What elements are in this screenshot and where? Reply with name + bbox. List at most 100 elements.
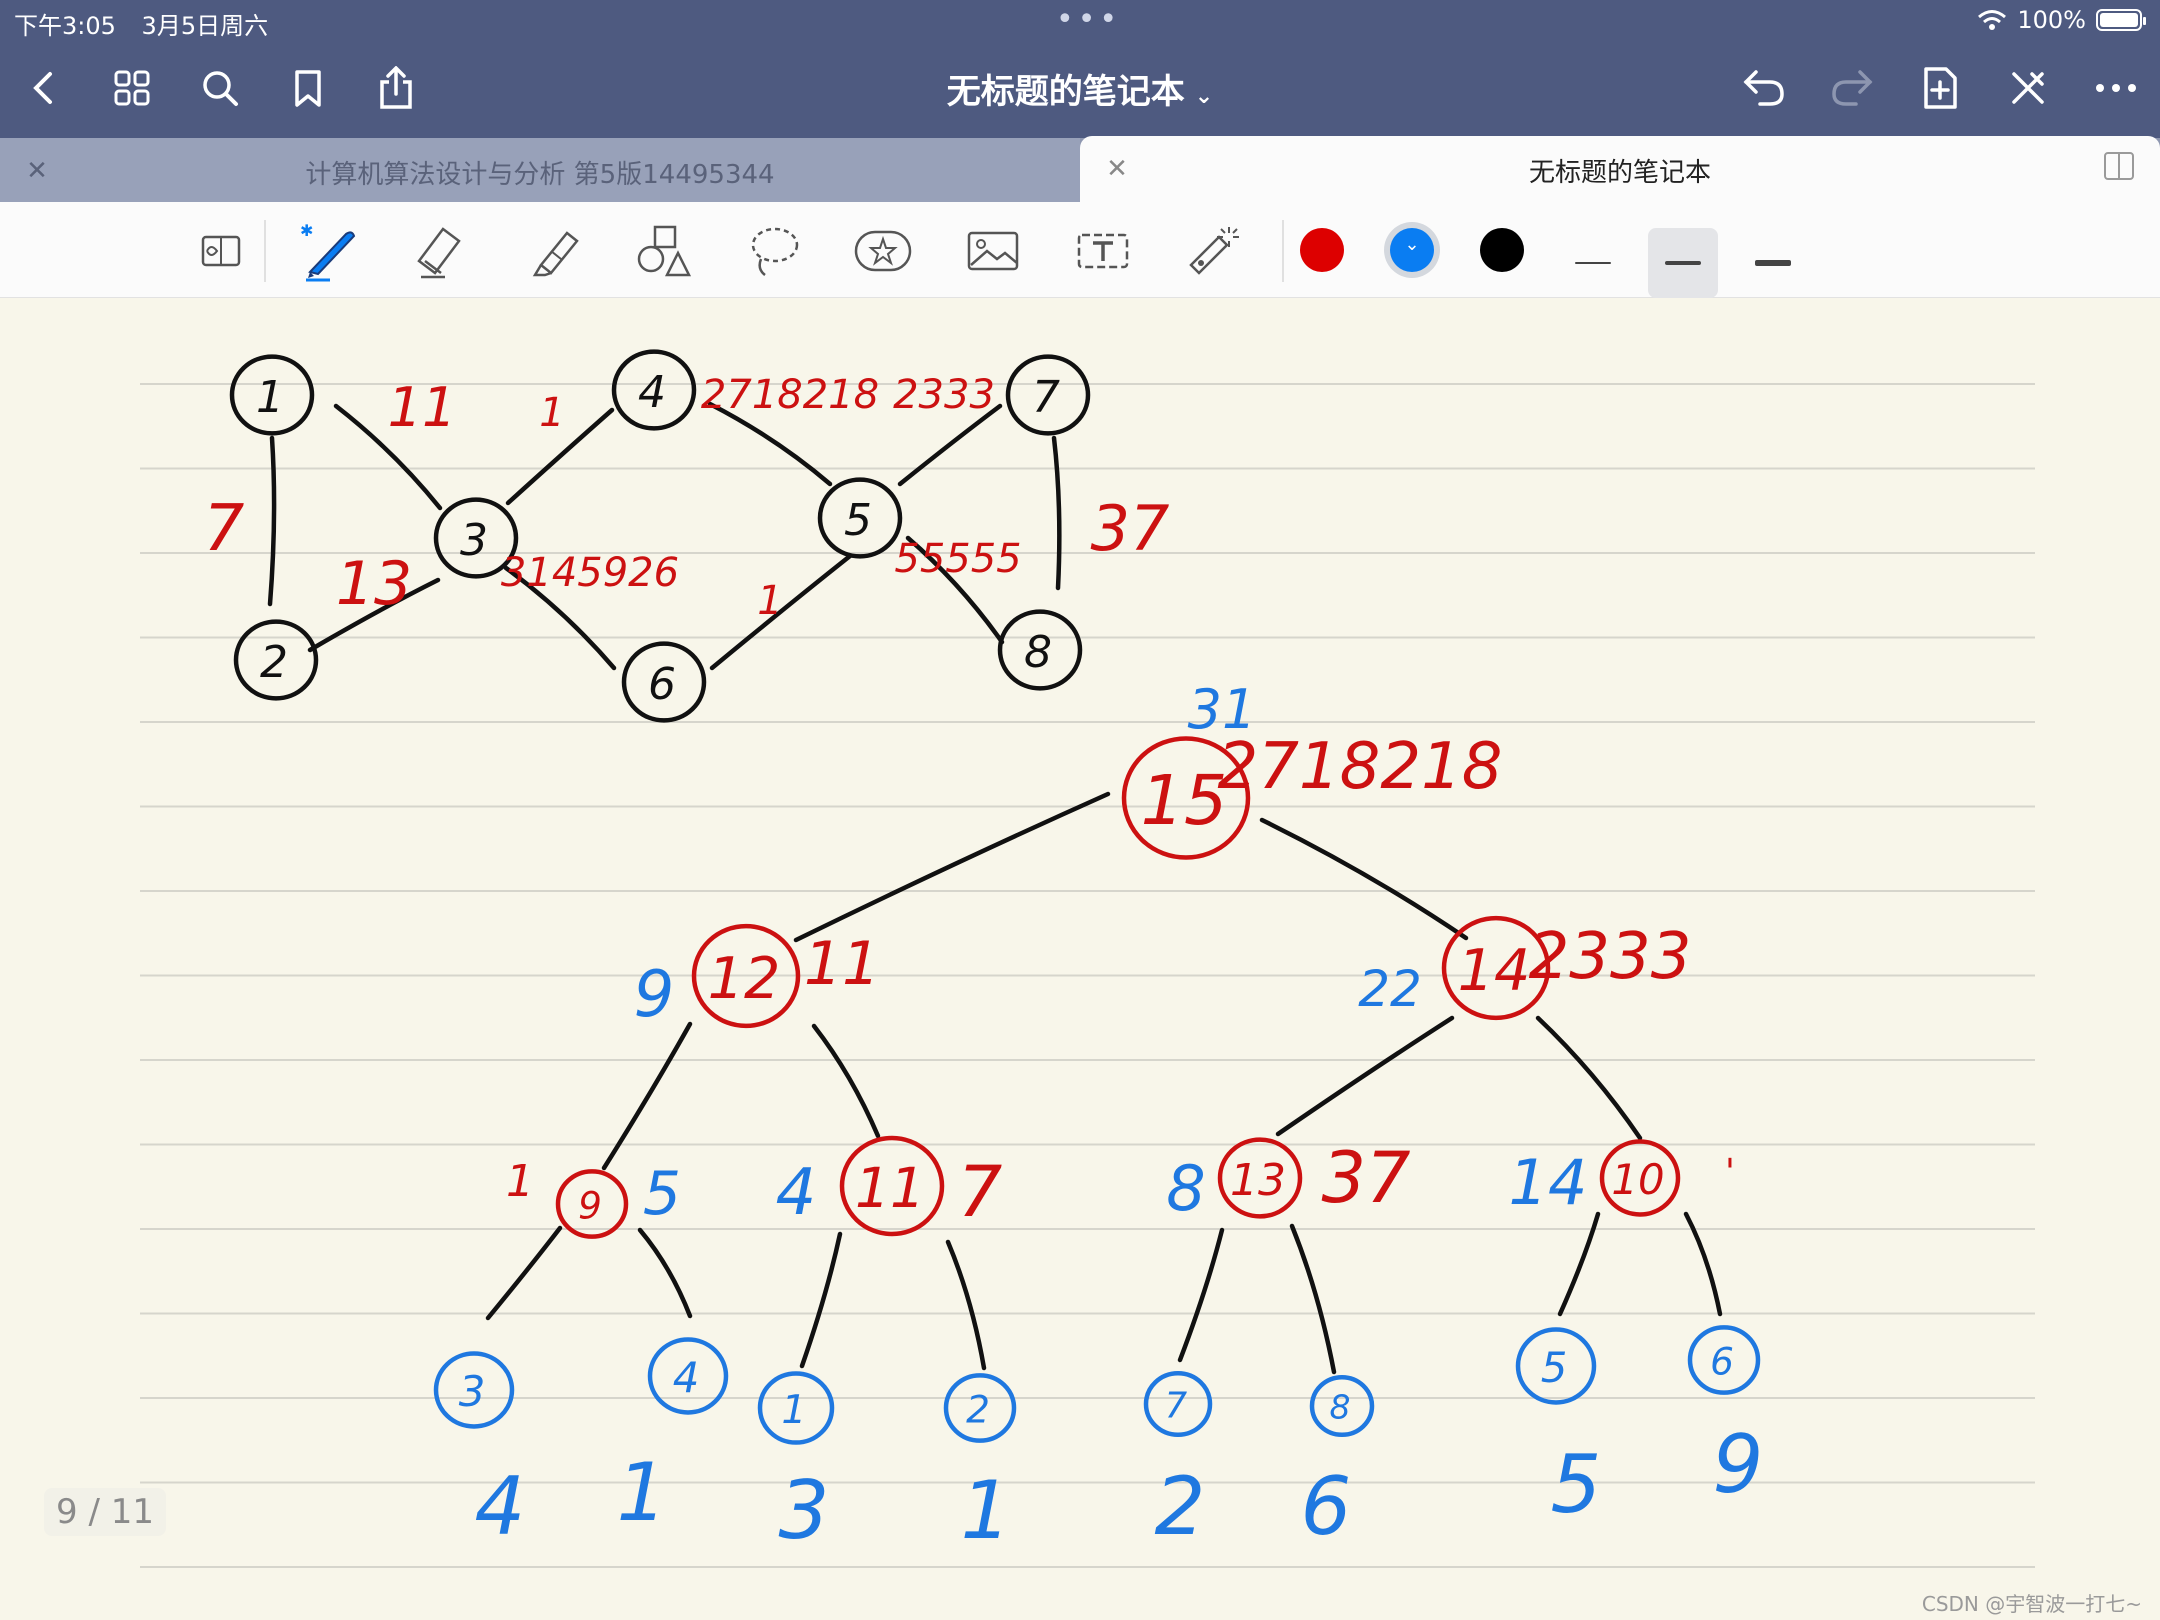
wifi-icon [1978,10,2007,30]
edge-weight-label: 11 [388,376,457,439]
color-black-swatch[interactable] [1480,228,1524,272]
color-red-swatch[interactable] [1300,228,1344,272]
ruled-lines [140,383,2035,1568]
edge-weight-label: 1 [757,578,782,624]
ink-edge [1177,1227,1225,1363]
add-page-icon [1924,67,1957,109]
node-note-left: 14 [1509,1146,1588,1219]
nav-bar: 无标题的笔记本 ⌄ [0,44,2160,134]
sticker-tool[interactable] [852,220,914,282]
node-note-left: 1 [506,1156,534,1207]
leaf-weight-label: 3 [779,1464,830,1557]
stroke-width-preview [1665,261,1701,265]
ink-node-label: 14 [1458,938,1531,1004]
read-mode-tool[interactable] [190,220,252,282]
add-page-button[interactable] [1912,60,1968,116]
laser-pointer-tool[interactable] [1182,220,1244,282]
stroke-width-thick[interactable] [1738,228,1808,298]
node-note-right: 2718218 [1217,730,1502,804]
ink-edge [793,791,1111,943]
highlighter-tool[interactable] [522,220,584,282]
node-note-left: 22 [1358,960,1422,1018]
node-note-right: 5 [643,1159,681,1229]
shapes-tool[interactable] [632,220,694,282]
chevron-down-icon: ⌄ [1404,234,1420,255]
leaf-weight-label: 1 [961,1464,1012,1557]
more-button[interactable] [2088,60,2144,116]
lasso-tool[interactable] [742,220,804,282]
status-bar: 下午3:05 3月5日周六 ••• 100% [0,0,2160,40]
ink-node-label: 11 [855,1156,925,1220]
close-pen-button[interactable] [2000,60,2056,116]
eraser-icon [417,227,461,279]
more-icon [2096,84,2136,92]
edge-weight-label: 2333 [893,372,995,418]
node-note-left: 4 [776,1156,817,1230]
image-tool[interactable] [962,220,1024,282]
stroke-width-thin[interactable] [1558,228,1628,298]
pen-tool[interactable]: ✱ [300,220,362,282]
split-view-icon[interactable] [2104,152,2134,180]
ink-edge [1535,1015,1643,1141]
drawing-toolbar: ✱ ⌄ [0,202,2160,298]
multitasking-dots-icon[interactable]: ••• [1056,2,1121,37]
status-time: 下午3:05 [14,12,116,40]
tab-notebook[interactable]: ✕ 无标题的笔记本 [1080,136,2160,202]
ink-node-label: 10 [1611,1155,1664,1204]
status-left: 下午3:05 3月5日周六 [14,6,286,41]
node-note-left: 8 [1166,1152,1205,1225]
ink-node-label: 12 [708,946,781,1012]
ink-edge [637,1227,693,1319]
battery-icon [2096,9,2146,31]
eraser-tool[interactable] [410,220,472,282]
status-date: 3月5日周六 [141,12,269,40]
stroke-width-preview [1575,262,1611,264]
notebook-page[interactable]: 1 2 3 4 5 6 7 8 11 7 13 1 2718218 3145926 1 2333 37 55555… [0,298,2160,1620]
leaf-weight-label: 1 [617,1446,668,1539]
ink-node-label: 5 [844,495,872,546]
page-indicator: 9 / 11 [44,1488,166,1536]
ink-node-label: 8 [1024,627,1052,678]
ink-node-label: 6 [648,659,676,710]
battery-percent: 100% [2017,6,2086,34]
ink-node-label: 13 [1230,1155,1286,1206]
leaf-weight-label: 9 [1713,1418,1764,1511]
top-bar: 下午3:05 3月5日周六 ••• 100% 无标题的笔记本 ⌄ [0,0,2160,138]
text-icon [1077,233,1129,269]
node-note-left: 9 [634,958,675,1032]
sticker-icon [854,230,912,272]
leaf-weight-label: 5 [1551,1438,1602,1531]
close-pen-icon [2012,72,2044,104]
status-right: 100% [1977,6,2146,34]
ink-edge [1289,1223,1337,1375]
edge-weight-label: 37 [1091,492,1170,565]
ink-edge [267,435,277,607]
toolbar-divider [1282,220,1284,282]
ink-edge [945,1239,987,1371]
node-note-right: 37 [1321,1137,1410,1219]
ink-node-label: 2 [260,637,288,688]
color-blue-swatch[interactable]: ⌄ [1390,228,1434,272]
image-icon [967,231,1019,271]
highlighter-icon [532,231,579,277]
stroke-width-medium[interactable] [1648,228,1718,298]
ink-node-label: 5 [1541,1343,1568,1392]
ink-node-label: 4 [638,367,666,418]
lasso-icon [751,227,799,276]
ink-node-label: 7 [1032,372,1060,423]
ink-edge [485,1225,563,1321]
ink-edge [799,1231,843,1369]
tab-textbook[interactable]: ✕ 计算机算法设计与分析 第5版14495344 [0,138,1080,202]
text-tool[interactable] [1072,220,1134,282]
read-mode-icon [201,235,241,267]
ink-node-label: 9 [578,1183,602,1227]
undo-button[interactable] [1736,60,1792,116]
ink-node-label: 15 [1141,762,1228,841]
svg-text:✱: ✱ [300,221,313,240]
notebook-title-text: 无标题的笔记本 [946,72,1185,112]
shapes-icon [637,225,692,277]
ink-canvas[interactable]: 12345678117131 27182183145926123333755555… [0,298,2160,1620]
leaf-weight-label: 4 [475,1460,526,1553]
ink-edge [601,1021,693,1171]
redo-button[interactable] [1824,60,1880,116]
